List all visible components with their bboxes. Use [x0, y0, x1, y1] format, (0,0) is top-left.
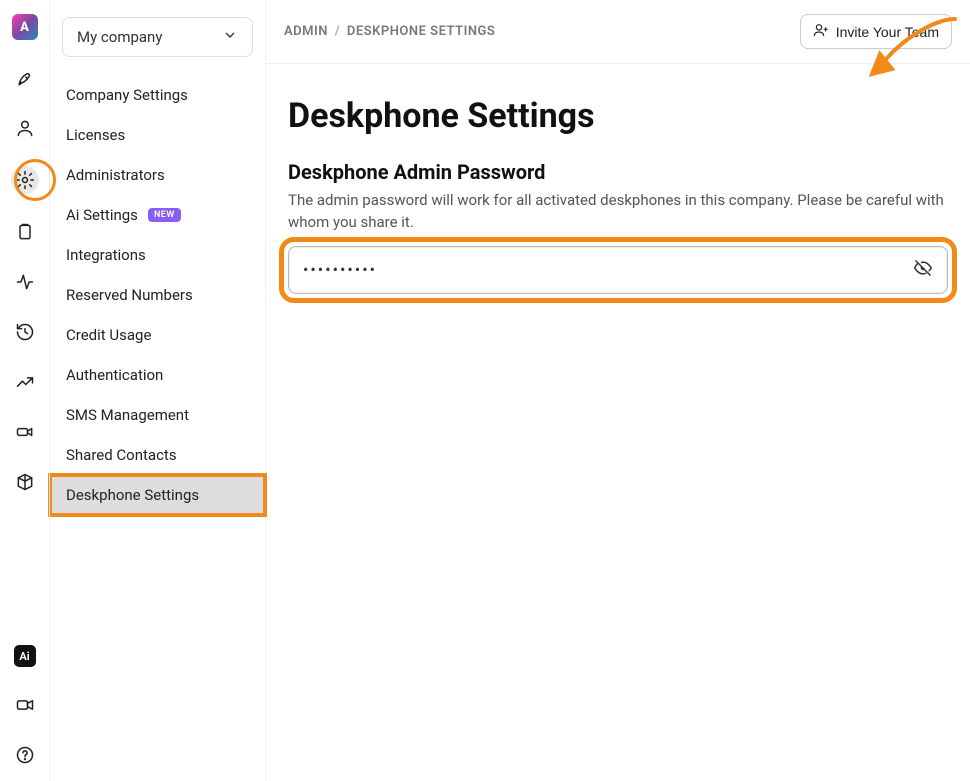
password-masked-value: •••••••••• — [303, 260, 377, 279]
nav-item-reserved-numbers[interactable]: Reserved Numbers — [50, 275, 265, 315]
cube-icon[interactable] — [13, 470, 37, 494]
page-title: Deskphone Settings — [288, 96, 948, 136]
trend-icon[interactable] — [13, 370, 37, 394]
icon-rail: A Ai — [0, 0, 50, 781]
side-nav: My company Company Settings Licenses Adm… — [50, 0, 266, 781]
eye-off-icon[interactable] — [913, 258, 933, 282]
app-logo[interactable]: A — [12, 14, 38, 40]
history-icon[interactable] — [13, 320, 37, 344]
nav-item-company-settings[interactable]: Company Settings — [50, 75, 265, 115]
main-content: Admin / Deskphone Settings Invite Your T… — [266, 0, 970, 781]
annotation-arrow — [860, 14, 960, 94]
section-help-text: The admin password will work for all act… — [288, 190, 948, 234]
breadcrumb-sep: / — [335, 24, 340, 39]
nav-item-authentication[interactable]: Authentication — [50, 355, 265, 395]
user-icon[interactable] — [13, 116, 37, 140]
user-plus-icon — [813, 22, 829, 41]
nav-item-integrations[interactable]: Integrations — [50, 235, 265, 275]
new-badge: NEW — [148, 208, 181, 222]
nav-item-deskphone-settings[interactable]: Deskphone Settings — [50, 475, 265, 515]
nav-item-licenses[interactable]: Licenses — [50, 115, 265, 155]
breadcrumb-root[interactable]: Admin — [284, 24, 328, 39]
ai-badge-icon[interactable]: Ai — [14, 645, 36, 667]
password-highlight-box: •••••••••• — [288, 246, 948, 294]
nav-item-shared-contacts[interactable]: Shared Contacts — [50, 435, 265, 475]
nav-item-administrators[interactable]: Administrators — [50, 155, 265, 195]
chevron-down-icon — [222, 27, 238, 47]
video-icon[interactable] — [13, 693, 37, 717]
breadcrumb-current: Deskphone Settings — [347, 24, 495, 39]
company-picker[interactable]: My company — [62, 17, 253, 57]
breadcrumb: Admin / Deskphone Settings — [284, 24, 495, 39]
rocket-icon[interactable] — [13, 66, 37, 90]
clipboard-icon[interactable] — [13, 220, 37, 244]
settings-highlight-ring — [14, 159, 56, 201]
help-icon[interactable] — [13, 743, 37, 767]
nav-item-ai-settings[interactable]: Ai Settings NEW — [50, 195, 265, 235]
nav-item-credit-usage[interactable]: Credit Usage — [50, 315, 265, 355]
company-picker-label: My company — [77, 28, 162, 46]
section-title: Deskphone Admin Password — [288, 160, 948, 184]
password-field[interactable]: •••••••••• — [288, 246, 948, 294]
activity-icon[interactable] — [13, 270, 37, 294]
camera-recorder-icon[interactable] — [13, 420, 37, 444]
nav-item-sms-management[interactable]: SMS Management — [50, 395, 265, 435]
